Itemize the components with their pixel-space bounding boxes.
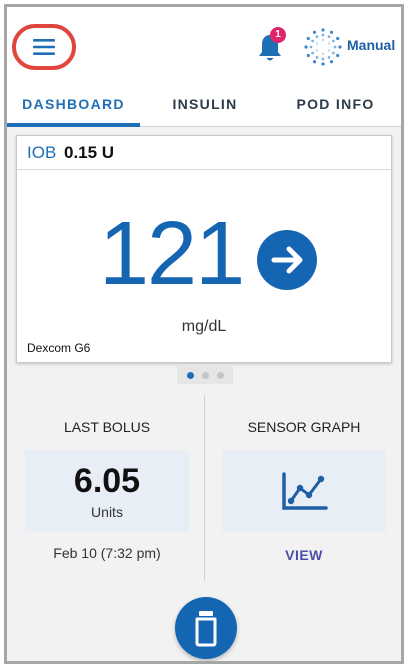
- line-chart-icon: [282, 472, 328, 510]
- page-dot-2[interactable]: [202, 372, 209, 379]
- iob-row: IOB 0.15 U: [17, 136, 391, 170]
- tab-pod-info[interactable]: POD INFO: [270, 83, 401, 127]
- sensor-graph-title: SENSOR GRAPH: [247, 419, 361, 435]
- view-sensor-graph-link[interactable]: VIEW: [222, 547, 386, 563]
- last-bolus-time: Feb 10 (7:32 pm): [53, 545, 161, 561]
- glucose-value: 121: [99, 204, 245, 304]
- app-frame: 1 Manual DASHBOARD INSULIN POD INFO IOB …: [4, 4, 404, 664]
- page-dot-3[interactable]: [217, 372, 224, 379]
- bolus-button[interactable]: [175, 597, 237, 659]
- panel-divider: [204, 395, 205, 581]
- last-bolus-unit: Units: [91, 504, 123, 520]
- sensor-graph-box[interactable]: [222, 450, 386, 532]
- automated-mode-icon[interactable]: [303, 27, 343, 67]
- sensor-source: Dexcom G6: [27, 341, 91, 355]
- page-dot-1[interactable]: [187, 372, 194, 379]
- notification-badge: 1: [270, 27, 286, 43]
- page-indicator[interactable]: [177, 366, 233, 384]
- active-tab-indicator: [7, 123, 140, 127]
- last-bolus-value: 6.05: [73, 462, 141, 500]
- last-bolus-box[interactable]: 6.05 Units: [25, 450, 189, 532]
- insulin-vial-icon: [195, 611, 217, 647]
- hamburger-menu-icon: [33, 39, 55, 55]
- app-header: 1 Manual: [7, 7, 401, 83]
- tab-insulin[interactable]: INSULIN: [140, 83, 270, 127]
- last-bolus-title: LAST BOLUS: [63, 419, 151, 435]
- iob-value: 0.15 U: [64, 143, 115, 162]
- tab-bar: DASHBOARD INSULIN POD INFO: [7, 83, 401, 127]
- mode-label[interactable]: Manual: [347, 37, 395, 53]
- menu-button[interactable]: [12, 24, 76, 70]
- glucose-card[interactable]: IOB 0.15 U 121 mg/dL Dexcom G6: [16, 135, 392, 363]
- glucose-unit: mg/dL: [181, 318, 227, 335]
- trend-arrow: [257, 230, 317, 290]
- iob-label: IOB: [27, 143, 57, 162]
- tab-dashboard[interactable]: DASHBOARD: [7, 83, 140, 127]
- arrow-right-icon: [271, 246, 303, 274]
